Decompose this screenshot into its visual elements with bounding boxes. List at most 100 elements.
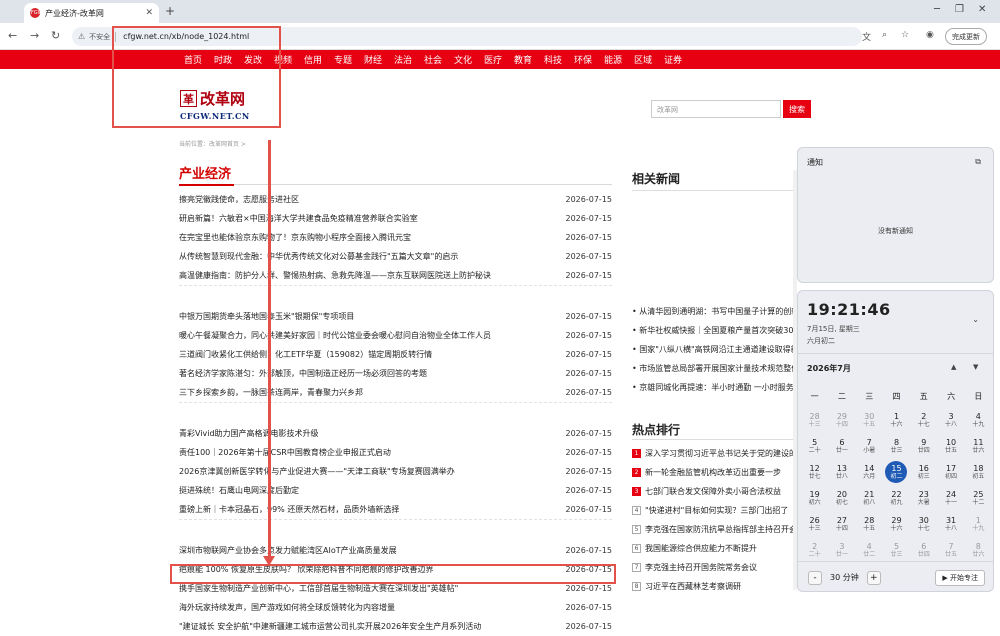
calendar-day[interactable]: 3 十八 xyxy=(940,409,962,431)
calendar-day[interactable]: 8 廿三 xyxy=(885,435,907,457)
list-item[interactable]: 擦亮党徽践使命，志愿服务进社区 2026-07-15 xyxy=(179,190,612,209)
calendar-day[interactable]: 11 廿六 xyxy=(967,435,989,457)
restore-icon[interactable]: ❐ xyxy=(955,4,964,15)
nav-item[interactable]: 教育 xyxy=(508,53,538,66)
calendar-day-today[interactable]: 15 初二 xyxy=(885,461,908,483)
list-item[interactable]: 深圳市物联网产业协会多点发力赋能湾区AIoT产业高质量发展 2026-07-15 xyxy=(179,541,612,560)
calendar-day[interactable]: 10 廿五 xyxy=(940,435,962,457)
calendar-day[interactable]: 29 十六 xyxy=(885,513,907,535)
calendar-day[interactable]: 25 十二 xyxy=(967,487,989,509)
calendar-day[interactable]: 13 廿八 xyxy=(831,461,853,483)
hot-item[interactable]: 5 李克强在国家防汛抗旱总指挥部主持召开会议 xyxy=(632,520,797,539)
nav-item[interactable]: 环保 xyxy=(568,53,598,66)
calendar-day[interactable]: 1 十六 xyxy=(885,409,907,431)
list-item[interactable]: 海外玩家持续发声，国产游戏如何将全球反馈转化为内容增量 2026-07-15 xyxy=(179,598,612,617)
nav-item[interactable]: 科技 xyxy=(538,53,568,66)
nav-item[interactable]: 能源 xyxy=(598,53,628,66)
nav-item[interactable]: 医疗 xyxy=(478,53,508,66)
calendar-day[interactable]: 31 十八 xyxy=(940,513,962,535)
calendar-day[interactable]: 23 大暑 xyxy=(913,487,935,509)
list-item[interactable]: 研启新篇！六敏君×中国海洋大学共建食品免疫精准营养联合实验室 2026-07-15 xyxy=(179,209,612,228)
list-item[interactable]: 青彩Vivid助力国产高格调电影技术升级 2026-07-15 xyxy=(179,424,612,443)
close-window-icon[interactable]: ✕ xyxy=(978,4,986,15)
calendar-day[interactable]: 14 六月 xyxy=(858,461,880,483)
related-news-item[interactable]: • 新华社权威快报｜全国夏粮产量首次突破3000亿斤 xyxy=(632,321,797,340)
close-tab-icon[interactable]: ✕ xyxy=(145,8,153,18)
nav-item[interactable]: 证券 xyxy=(658,53,688,66)
hot-item[interactable]: 1深入学习贯彻习近平总书记关于党的建设的重要思想 xyxy=(632,444,797,463)
hot-item[interactable]: 2 新一轮金融监管机构改革迈出重要一步 xyxy=(632,463,797,482)
calendar-day[interactable]: 30 十五 xyxy=(858,409,880,431)
list-item[interactable]: 暖心午餐凝聚合力，同心共建美好家园｜时代公馆业委会暖心慰问自治物业全体工作人员 2… xyxy=(179,326,612,345)
calendar-day[interactable]: 17 初四 xyxy=(940,461,962,483)
hot-item[interactable]: 6 我国能源综合供应能力不断提升 xyxy=(632,539,797,558)
nav-item[interactable]: 专题 xyxy=(328,53,358,66)
new-tab-button[interactable]: + xyxy=(165,4,175,18)
list-item[interactable]: 2026京津冀创新医学转化与产业促进大赛——"天津工商联"专场复赛圆满举办 202… xyxy=(179,462,612,481)
calendar-day[interactable]: 7 廿五 xyxy=(940,539,962,561)
hot-item[interactable]: 3 七部门联合发文保障外卖小哥合法权益 xyxy=(632,482,797,501)
nav-item[interactable]: 区域 xyxy=(628,53,658,66)
calendar-day[interactable]: 12 廿七 xyxy=(804,461,826,483)
nav-item[interactable]: 社会 xyxy=(418,53,448,66)
nav-item[interactable]: 信用 xyxy=(298,53,328,66)
calendar-day[interactable]: 6 廿四 xyxy=(913,539,935,561)
profile-icon[interactable]: ◉ xyxy=(926,30,934,40)
calendar-day[interactable]: 8 廿六 xyxy=(967,539,989,561)
calendar-day[interactable]: 29 十四 xyxy=(831,409,853,431)
calendar-day[interactable]: 28 十五 xyxy=(858,513,880,535)
calendar-day[interactable]: 6 廿一 xyxy=(831,435,853,457)
related-news-item[interactable]: • 京雄同城化再提速：半小时通勤 一小时服务 xyxy=(632,378,797,397)
list-item[interactable]: 重磅上新｜卡本冠晶石，99% 还原天然石材，品质外墙新选择 2026-07-15 xyxy=(179,500,612,519)
calendar-day[interactable]: 26 十三 xyxy=(804,513,826,535)
hot-item[interactable]: 7 李克强主持召开国务院常务会议 xyxy=(632,558,797,577)
calendar-day[interactable]: 30 十七 xyxy=(913,513,935,535)
calendar-day[interactable]: 16 初三 xyxy=(913,461,935,483)
calendar-day[interactable]: 3 廿一 xyxy=(831,539,853,561)
list-item[interactable]: 责任100｜2026年第十届CSR中国教育榜企业申报正式启动 2026-07-15 xyxy=(179,443,612,462)
back-icon[interactable]: ← xyxy=(8,29,17,42)
chevron-down-icon[interactable]: ⌄ xyxy=(972,315,979,324)
forward-icon[interactable]: → xyxy=(30,29,39,42)
hot-item[interactable]: 8 习近平在西藏林芝考察调研 xyxy=(632,577,797,596)
calendar-day[interactable]: 7 小暑 xyxy=(858,435,880,457)
calendar-day[interactable]: 5 二十 xyxy=(804,435,826,457)
search-button[interactable]: 搜索 xyxy=(783,100,811,118)
hot-item[interactable]: 4 "快递进村"目标如何实现？三部门出招了 xyxy=(632,501,797,520)
list-item[interactable]: 在完宝里也能体验京东购物了！京东购物小程序全面接入腾讯元宝 2026-07-15 xyxy=(179,228,612,247)
list-item[interactable]: 从传统智慧到现代金融：中华优秀传统文化对公募基金践行"五篇大文章"的启示 2026… xyxy=(179,247,612,266)
calendar-day[interactable]: 28 十三 xyxy=(804,409,826,431)
calendar-day[interactable]: 1 十九 xyxy=(967,513,989,535)
browser-tab[interactable]: CFGW 产业经济-改革网 ✕ xyxy=(24,3,159,23)
calendar-day[interactable]: 9 廿四 xyxy=(913,435,935,457)
list-item[interactable]: "建证城长 安全护航"中建新疆建工城市运营公司扎实开展2026年安全生产月系列活… xyxy=(179,617,612,636)
zoom-icon[interactable]: ⌕ xyxy=(882,30,887,40)
notification-settings-icon[interactable]: ⧉ xyxy=(975,157,981,167)
list-item[interactable]: 高温健康指南：防护分人群、警惕热射病、急救先降温——京东互联网医院送上防护秘诀 2… xyxy=(179,266,612,285)
next-month-icon[interactable]: ▼ xyxy=(973,363,978,371)
reload-icon[interactable]: ↻ xyxy=(51,29,60,42)
calendar-day[interactable]: 5 廿三 xyxy=(885,539,907,561)
related-news-item[interactable]: • 市场监管总局部署开展国家计量技术规范整体清理工作 xyxy=(632,359,797,378)
nav-item[interactable]: 法治 xyxy=(388,53,418,66)
calendar-day[interactable]: 24 十一 xyxy=(940,487,962,509)
related-news-item[interactable]: • 从清华园到通明湖：书写中国量子计算的创新之路 xyxy=(632,302,797,321)
list-item[interactable]: 中银万国期货牵头落地国泰玉米"银期保"专项项目 2026-07-15 xyxy=(179,307,612,326)
related-news-item[interactable]: • 国家"八纵八横"高铁网沿江主通道建设取得新进展 xyxy=(632,340,797,359)
start-focus-button[interactable]: ▶ 开始专注 xyxy=(935,569,985,586)
calendar-day[interactable]: 21 初八 xyxy=(858,487,880,509)
calendar-day[interactable]: 2 十七 xyxy=(913,409,935,431)
calendar-day[interactable]: 22 初九 xyxy=(885,487,907,509)
update-button[interactable]: 完成更新 xyxy=(945,28,987,45)
search-input[interactable]: 改革网 xyxy=(651,100,781,118)
nav-item[interactable]: 文化 xyxy=(448,53,478,66)
translate-icon[interactable]: 文 xyxy=(862,30,871,43)
calendar-day[interactable]: 19 初六 xyxy=(804,487,826,509)
increase-button[interactable]: + xyxy=(866,570,881,585)
calendar-month[interactable]: 2026年7月 xyxy=(807,363,851,374)
bookmark-star-icon[interactable]: ☆ xyxy=(901,30,909,40)
list-item[interactable]: 三道阀门收紧化工供给侧，化工ETF华夏（159082）锚定周期反转行情 2026-… xyxy=(179,345,612,364)
list-item[interactable]: 挺进殊统！石鹰山电网深度后勤定 2026-07-15 xyxy=(179,481,612,500)
prev-month-icon[interactable]: ▲ xyxy=(951,363,956,371)
calendar-day[interactable]: 4 廿二 xyxy=(858,539,880,561)
